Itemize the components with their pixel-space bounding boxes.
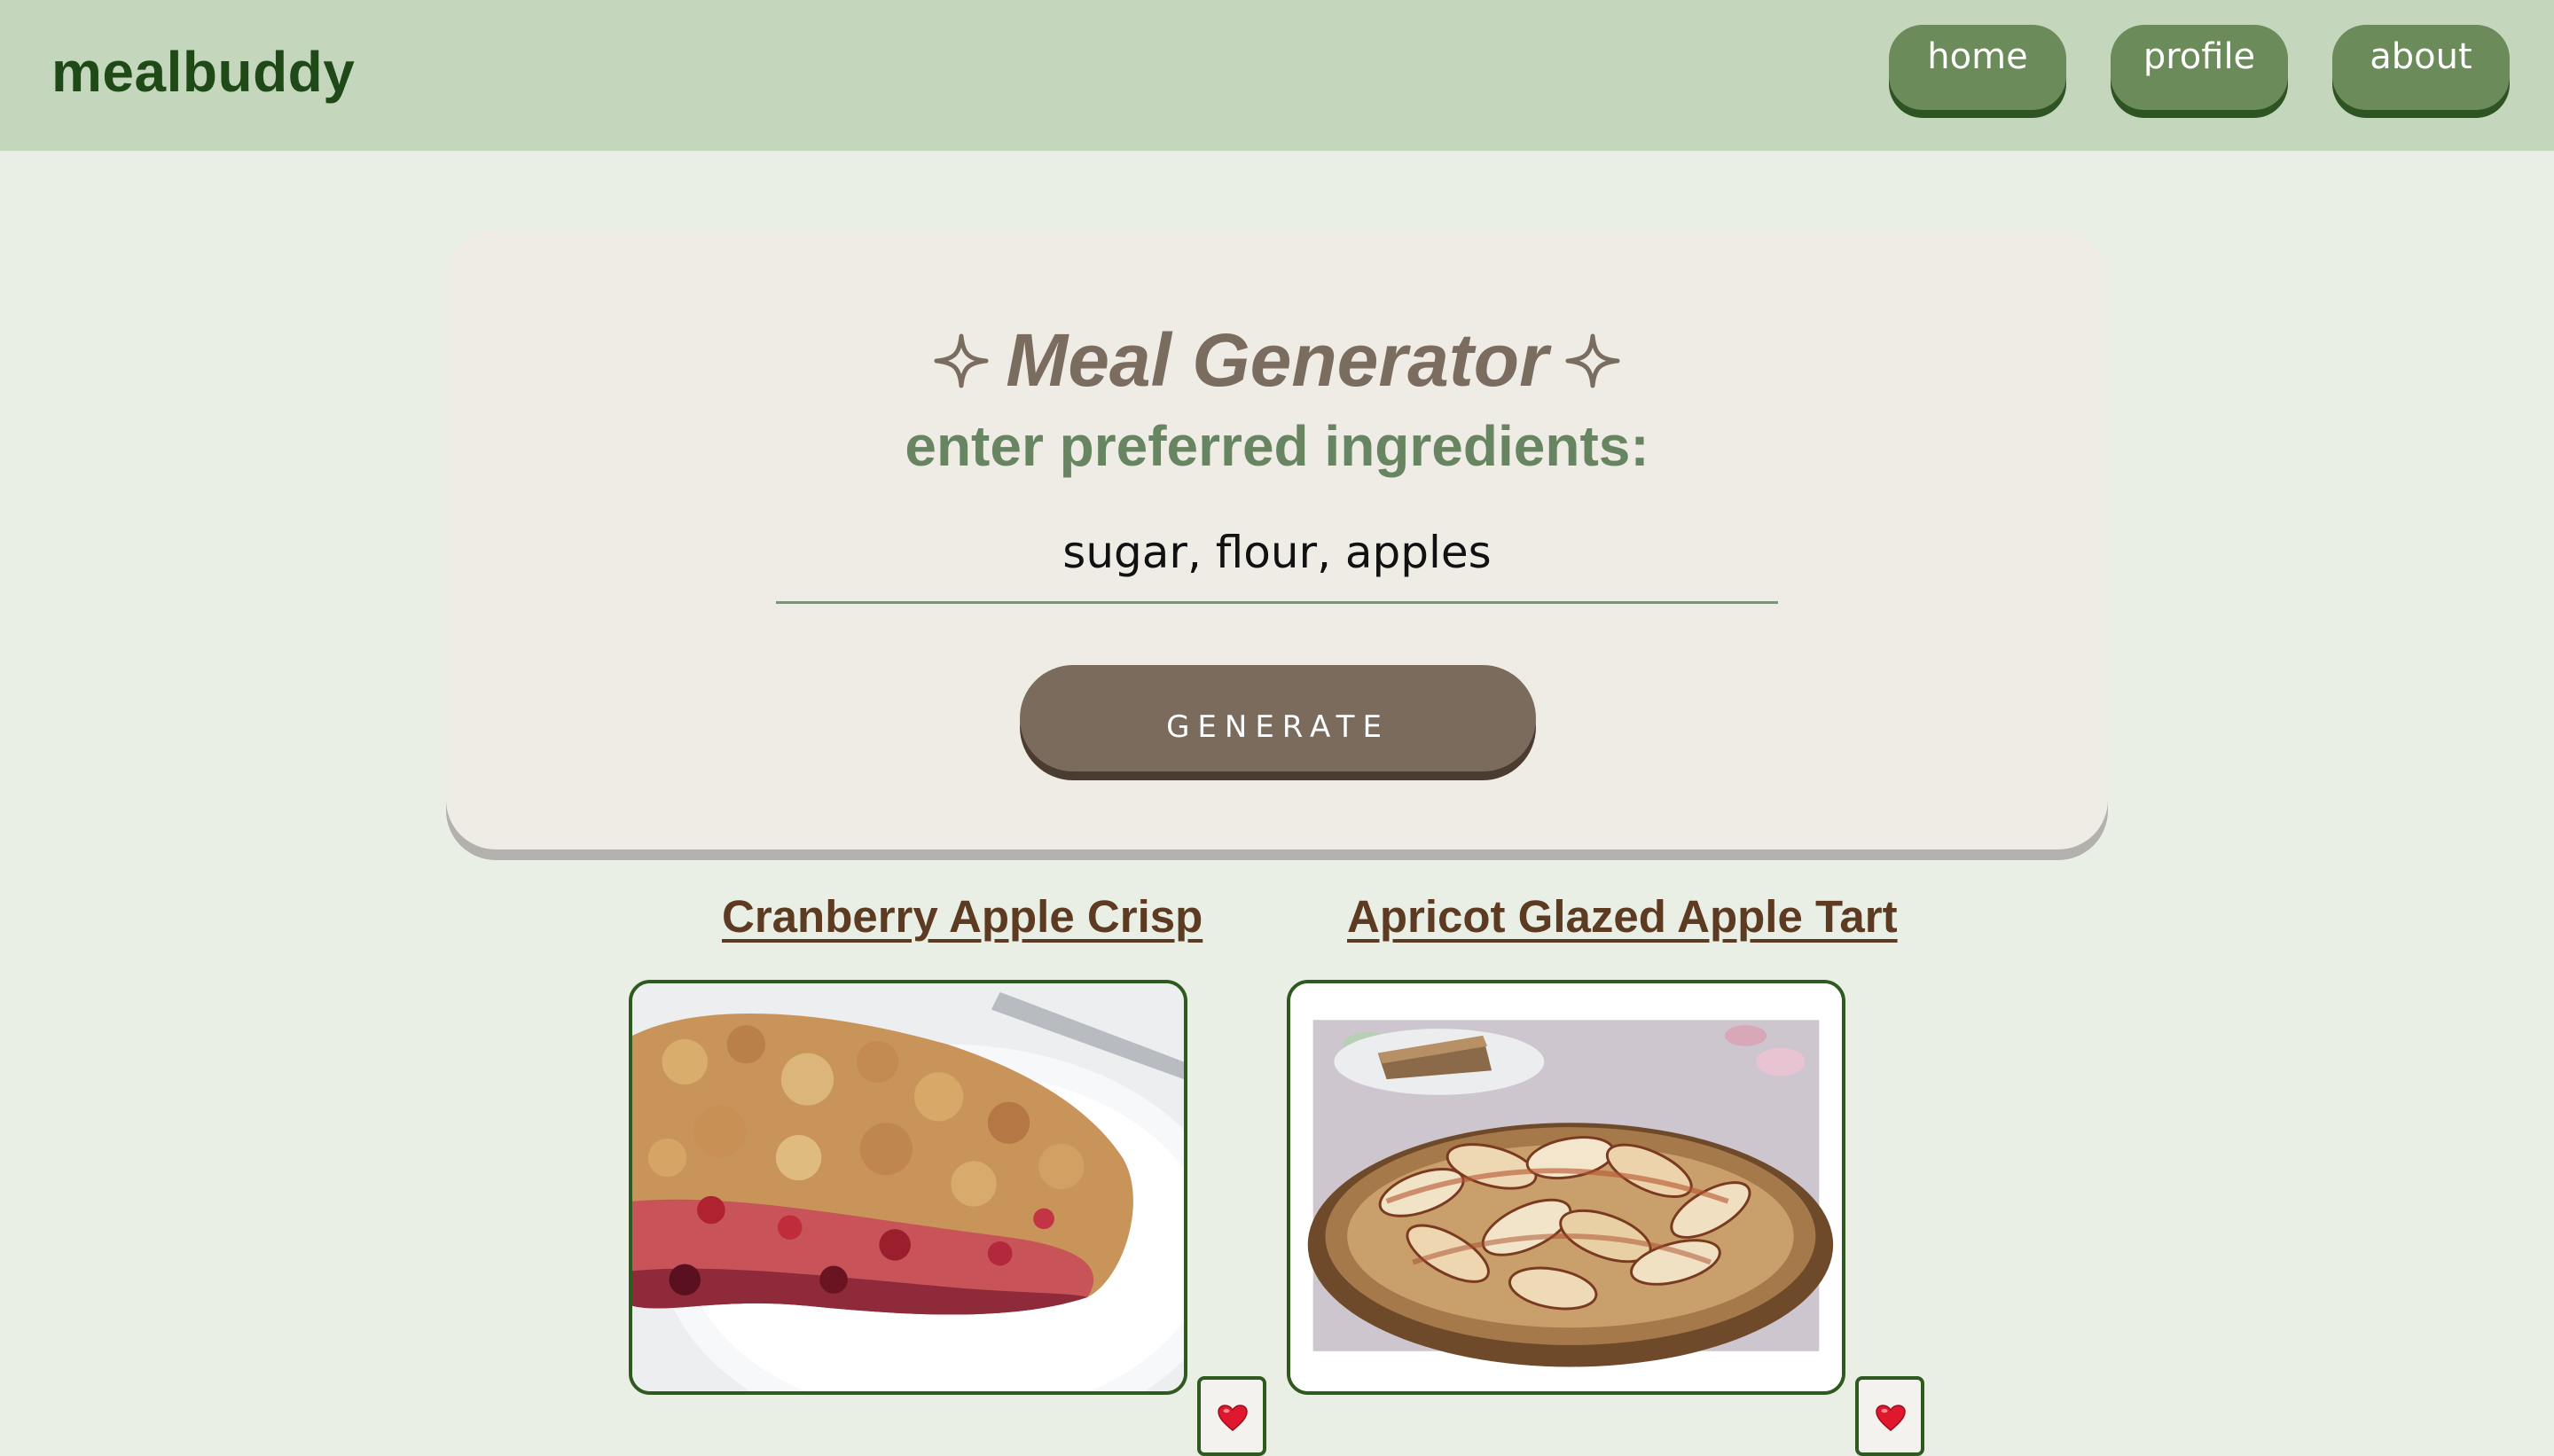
- recipe-photo-crisp: [632, 983, 1184, 1391]
- generator-subtitle: enter preferred ingredients:: [905, 414, 1649, 478]
- top-navbar: mealbuddy home profile about: [0, 0, 2554, 151]
- recipe-image[interactable]: [629, 980, 1187, 1395]
- meal-generator-card: Meal Generator enter preferred ingredien…: [446, 229, 2108, 849]
- nav-about-button[interactable]: about: [2332, 25, 2510, 110]
- recipe-image[interactable]: [1287, 980, 1845, 1395]
- ingredients-input[interactable]: [776, 504, 1778, 604]
- sparkle-icon: [1564, 333, 1621, 389]
- recipe-title-link[interactable]: Apricot Glazed Apple Tart: [1347, 890, 1898, 943]
- favorite-button[interactable]: [1197, 1376, 1266, 1456]
- favorite-button[interactable]: [1855, 1376, 1924, 1456]
- recipe-title-link[interactable]: Cranberry Apple Crisp: [722, 890, 1203, 943]
- generator-title-row: Meal Generator: [446, 317, 2108, 403]
- heart-icon: [1218, 1405, 1248, 1431]
- brand-logo[interactable]: mealbuddy: [51, 39, 355, 105]
- nav-home-button[interactable]: home: [1889, 25, 2066, 110]
- heart-icon: [1876, 1405, 1906, 1431]
- nav-profile-button[interactable]: profile: [2111, 25, 2288, 110]
- generate-button[interactable]: GENERATE: [1020, 665, 1536, 771]
- sparkle-icon: [933, 333, 990, 389]
- generator-title: Meal Generator: [1006, 318, 1548, 402]
- recipe-photo-tart: [1290, 983, 1842, 1391]
